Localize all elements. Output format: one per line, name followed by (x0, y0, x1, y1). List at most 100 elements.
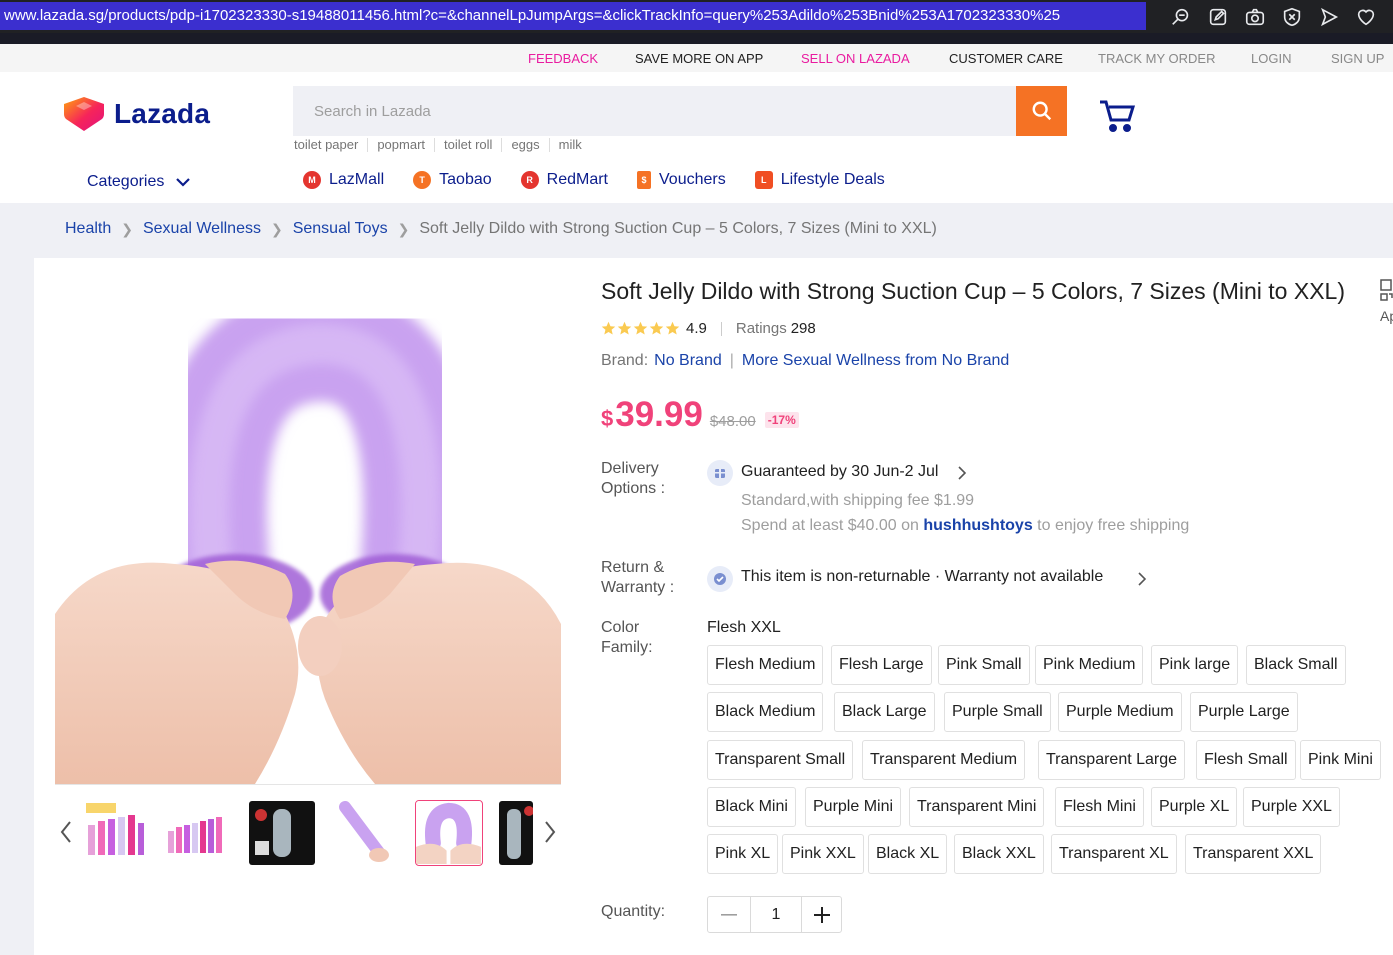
sell-link[interactable]: SELL ON LAZADA (801, 51, 910, 66)
track-order-link[interactable]: TRACK MY ORDER (1098, 51, 1216, 66)
ratings-label[interactable]: Ratings (736, 320, 787, 337)
search-button[interactable] (1016, 86, 1067, 136)
chevron-right-icon[interactable] (1137, 572, 1147, 586)
thumbnail-active[interactable] (415, 800, 483, 866)
search-input[interactable] (293, 86, 1016, 136)
color-option[interactable]: Pink XXL (782, 834, 864, 874)
channel-vouchers[interactable]: $ Vouchers (637, 171, 726, 189)
color-option[interactable]: Transparent XXL (1185, 834, 1322, 874)
ratings-count[interactable]: 298 (791, 320, 816, 337)
suggestion-item[interactable]: milk (548, 138, 591, 152)
breadcrumb-link[interactable]: Health (65, 220, 111, 238)
main-product-image[interactable] (55, 274, 561, 784)
quantity-input[interactable]: 1 (750, 897, 802, 932)
breadcrumb-link[interactable]: Sexual Wellness (143, 220, 261, 238)
color-option[interactable]: Black Mini (707, 787, 796, 827)
channel-label: RedMart (546, 171, 608, 188)
channel-taobao[interactable]: T Taobao (413, 171, 492, 189)
thumbnail[interactable] (498, 800, 534, 866)
color-option[interactable]: Transparent Large (1038, 740, 1186, 780)
shop-link[interactable]: hushhushtoys (923, 517, 1032, 534)
more-from-brand-link[interactable]: More Sexual Wellness from No Brand (742, 352, 1009, 370)
feedback-link[interactable]: FEEDBACK (528, 51, 598, 66)
color-option[interactable]: Purple Large (1190, 692, 1298, 732)
brand-link[interactable]: No Brand (654, 352, 722, 370)
breadcrumb: Health ❯ Sexual Wellness ❯ Sensual Toys … (65, 220, 937, 238)
guaranteed-delivery[interactable]: Guaranteed by 30 Jun-2 Jul (741, 463, 938, 481)
save-more-link[interactable]: SAVE MORE ON APP (635, 51, 763, 66)
thumbnail-strip (55, 798, 561, 868)
lazada-heart-icon (64, 97, 104, 131)
quantity-decrease-button[interactable] (708, 897, 750, 932)
chevron-right-icon[interactable] (957, 466, 967, 480)
color-option[interactable]: Flesh Medium (707, 645, 824, 685)
free-shipping-suffix: to enjoy free shipping (1037, 517, 1190, 534)
address-bar[interactable]: www.lazada.sg/products/pdp-i1702323330-s… (0, 2, 1146, 30)
color-option[interactable]: Pink Small (938, 645, 1030, 685)
color-option[interactable]: Flesh Mini (1055, 787, 1144, 827)
quantity-increase-button[interactable] (802, 897, 842, 932)
breadcrumb-link[interactable]: Sensual Toys (293, 220, 388, 238)
chevron-right-icon[interactable] (543, 820, 557, 844)
suggestion-item[interactable]: popmart (367, 138, 434, 152)
thumbnail[interactable] (81, 800, 149, 866)
suggestion-item[interactable]: eggs (501, 138, 548, 152)
lazada-logo[interactable]: Lazada (64, 96, 210, 132)
chevron-right-icon: ❯ (121, 220, 133, 237)
color-option[interactable]: Transparent XL (1051, 834, 1177, 874)
color-option[interactable]: Purple Mini (805, 787, 902, 827)
thumbnail[interactable] (332, 800, 400, 866)
cart-button[interactable] (1097, 98, 1137, 134)
search-icon (1032, 101, 1051, 121)
channel-lazmall[interactable]: M LazMall (303, 171, 384, 189)
color-option[interactable]: Black Small (1246, 645, 1346, 685)
voucher-icon: $ (637, 171, 651, 189)
color-option[interactable]: Black Large (834, 692, 935, 732)
color-option[interactable]: Pink XL (707, 834, 779, 874)
login-link[interactable]: LOGIN (1251, 51, 1291, 66)
color-option[interactable]: Flesh Small (1196, 740, 1296, 780)
color-option[interactable]: Pink Mini (1300, 740, 1381, 780)
star-icon (649, 321, 664, 335)
suggestion-item[interactable]: toilet paper (294, 138, 367, 152)
color-option[interactable]: Transparent Medium (862, 740, 1026, 780)
heart-icon[interactable] (1355, 6, 1377, 28)
warranty-label-line: Warranty : (601, 579, 675, 596)
suggestion-item[interactable]: toilet roll (434, 138, 501, 152)
lifestyle-icon: L (754, 171, 773, 189)
channel-lifestyle-deals[interactable]: L Lifestyle Deals (754, 171, 885, 189)
camera-icon[interactable] (1244, 6, 1266, 28)
thumbnail[interactable] (163, 800, 231, 866)
color-option[interactable]: Purple Small (944, 692, 1051, 732)
send-icon[interactable] (1318, 6, 1340, 28)
top-nav: FEEDBACK SAVE MORE ON APP SELL ON LAZADA… (0, 44, 1393, 72)
color-option[interactable]: Purple XXL (1243, 787, 1340, 827)
color-option[interactable]: Black XL (868, 834, 948, 874)
thumbnail[interactable] (248, 800, 316, 866)
edit-icon[interactable] (1207, 6, 1229, 28)
warranty-text[interactable]: This item is non-returnable · Warranty n… (741, 568, 1103, 586)
customer-care-link[interactable]: CUSTOMER CARE (949, 51, 1063, 66)
color-option[interactable]: Transparent Small (707, 740, 854, 780)
color-option[interactable]: Purple XL (1151, 787, 1238, 827)
color-option[interactable]: Black XXL (954, 834, 1044, 874)
color-option[interactable]: Pink Medium (1035, 645, 1144, 685)
signup-link[interactable]: SIGN UP (1331, 51, 1384, 66)
channel-redmart[interactable]: R RedMart (520, 171, 608, 189)
color-option[interactable]: Flesh Large (831, 645, 932, 685)
color-option[interactable]: Transparent Mini (909, 787, 1045, 827)
categories-label: Categories (87, 173, 165, 190)
search-icon[interactable] (1170, 6, 1192, 28)
breadcrumb-current: Soft Jelly Dildo with Strong Suction Cup… (419, 220, 937, 237)
rating-stars (601, 321, 680, 336)
color-option[interactable]: Purple Medium (1058, 692, 1182, 732)
chevron-left-icon[interactable] (59, 820, 73, 844)
brand-label: Brand: (601, 352, 649, 369)
shield-icon[interactable] (1281, 6, 1303, 28)
qr-code-icon[interactable]: Ap (1378, 278, 1393, 324)
search-suggestions: toilet paper popmart toilet roll eggs mi… (294, 138, 591, 152)
color-option[interactable]: Pink large (1151, 645, 1239, 685)
color-option[interactable]: Black Medium (707, 692, 824, 732)
taobao-icon: T (413, 171, 432, 189)
categories-menu[interactable]: Categories (87, 173, 191, 191)
